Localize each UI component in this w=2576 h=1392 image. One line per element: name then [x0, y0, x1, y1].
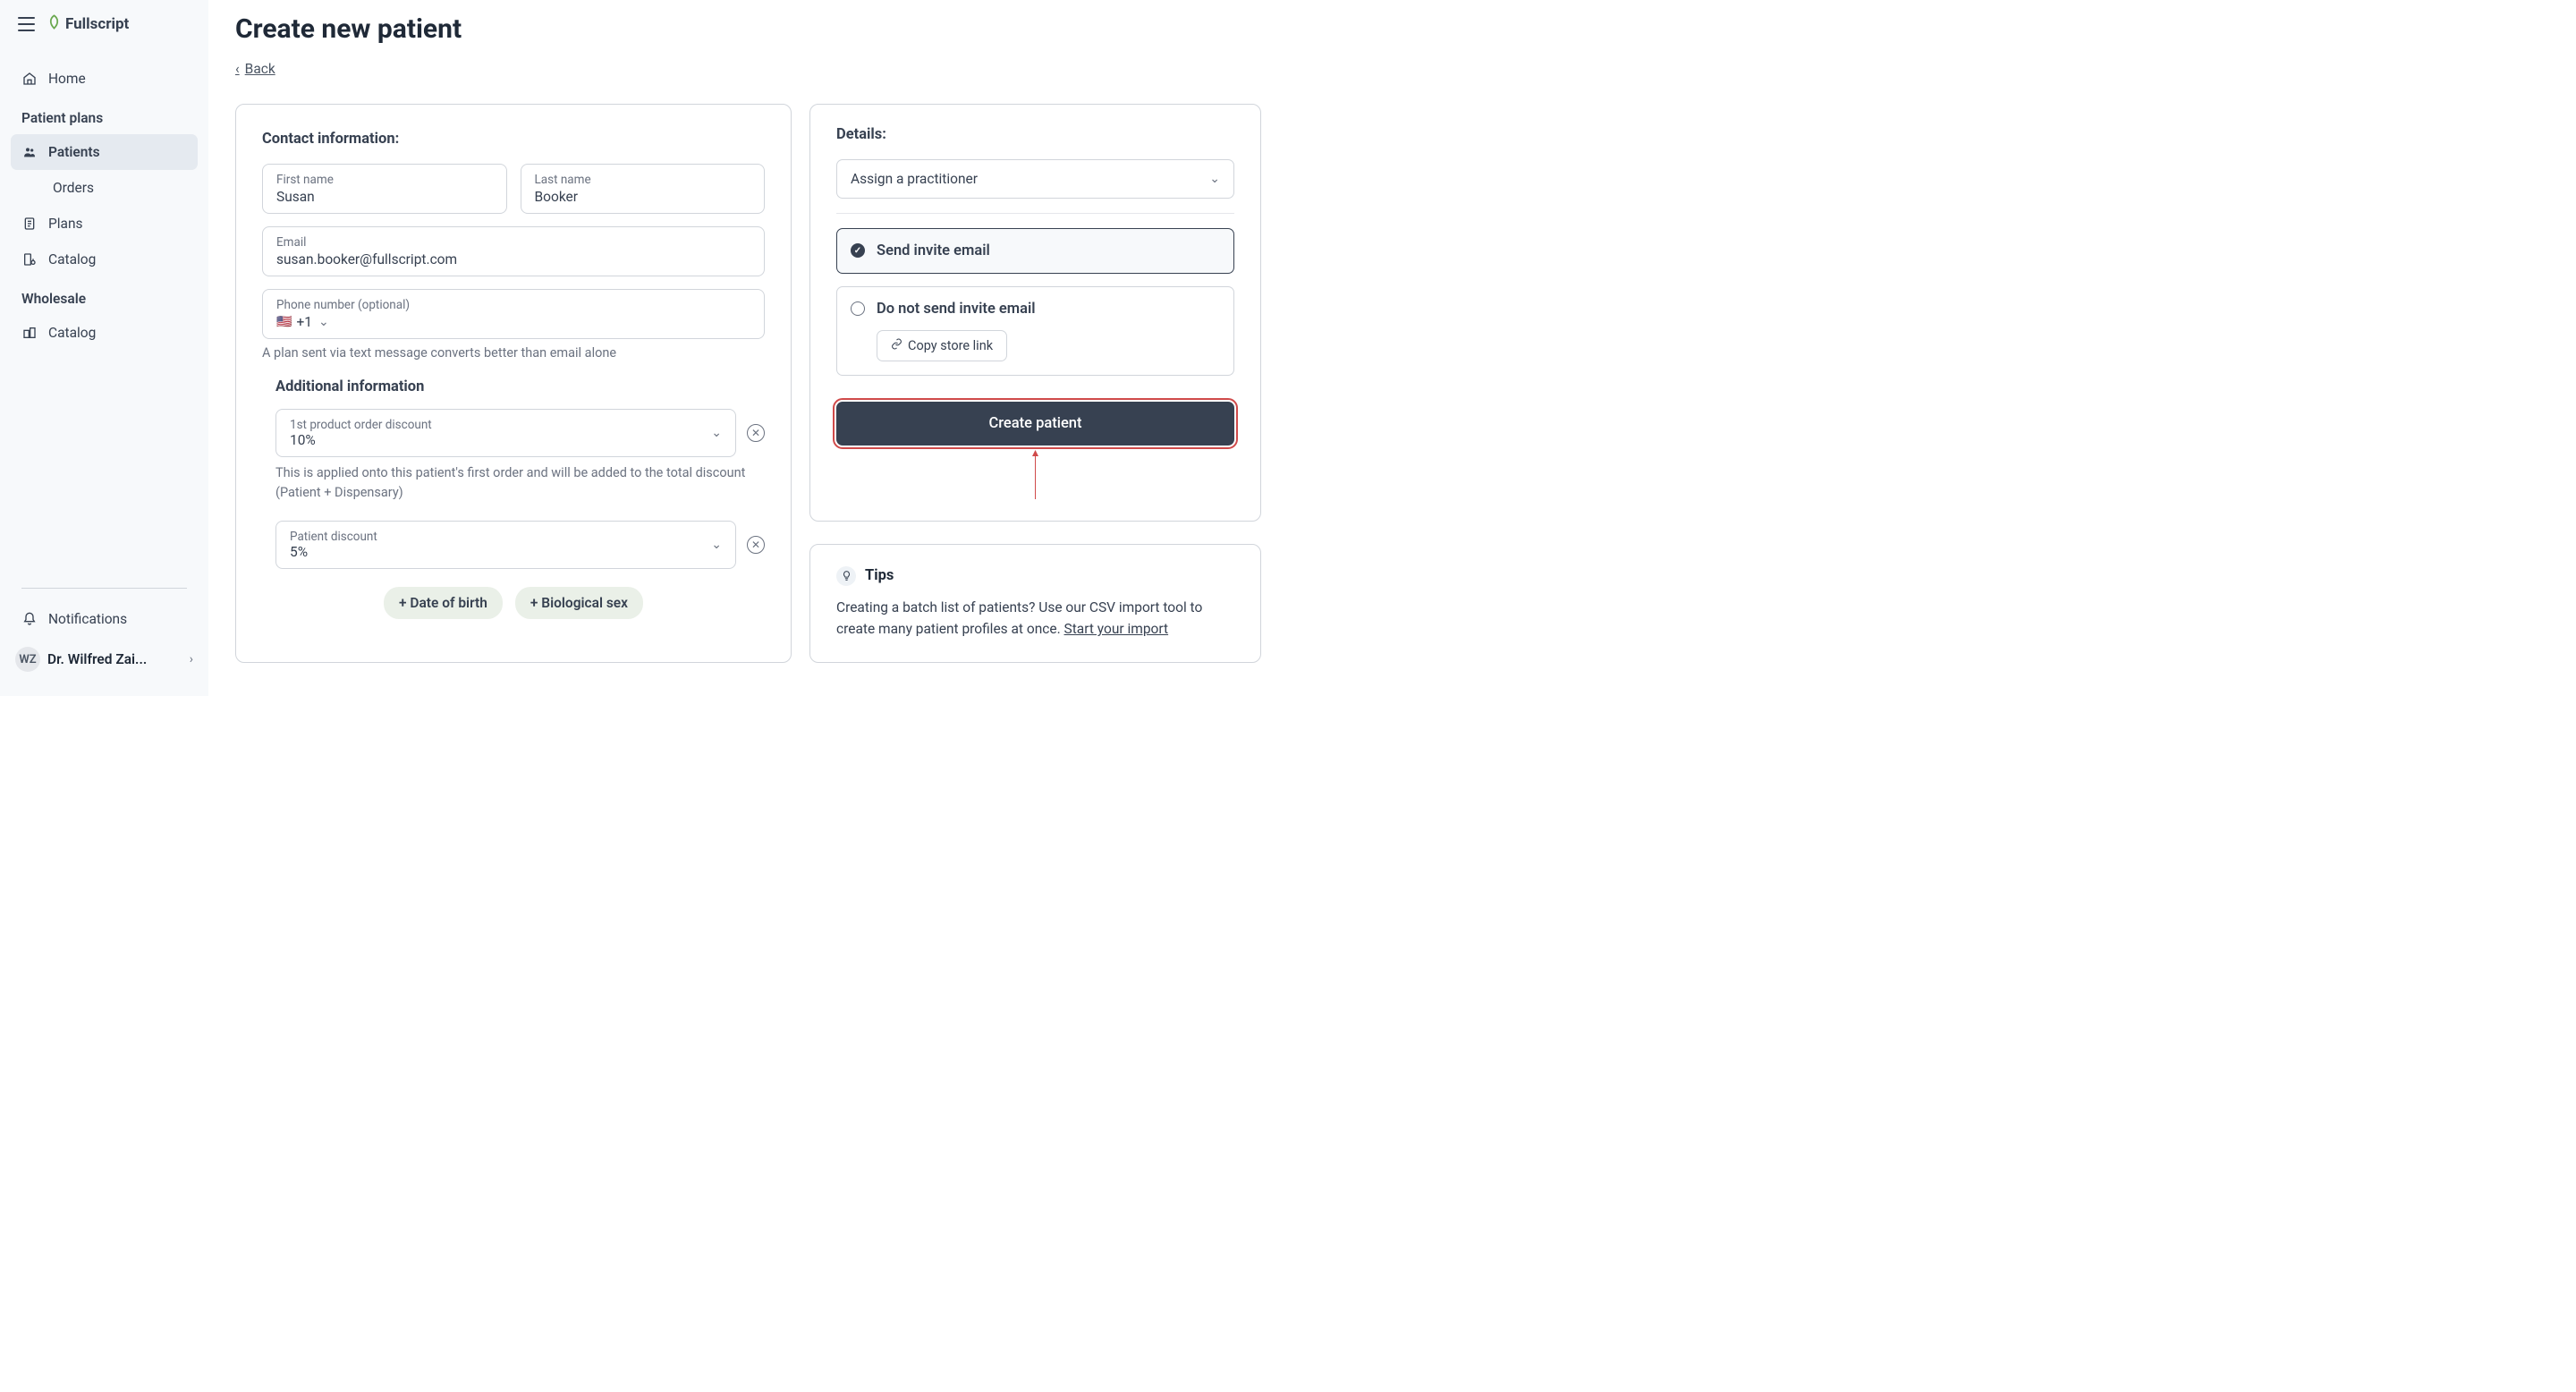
- nav-patients-label: Patients: [48, 144, 100, 160]
- radio-unchecked-icon: [851, 301, 865, 316]
- details-label: Details:: [836, 126, 1234, 143]
- patient-discount-label: Patient discount: [290, 530, 711, 544]
- chevron-down-icon: ⌄: [711, 426, 722, 440]
- first-name-field[interactable]: First name: [262, 164, 507, 214]
- nav-orders[interactable]: Orders: [11, 170, 198, 206]
- last-name-label: Last name: [535, 173, 751, 187]
- assign-practitioner-label: Assign a practitioner: [851, 171, 978, 187]
- sidebar: Fullscript Home Patient plans Patients O…: [0, 0, 208, 696]
- divider: [836, 213, 1234, 214]
- assign-practitioner-select[interactable]: Assign a practitioner ⌄: [836, 159, 1234, 199]
- phone-helper-text: A plan sent via text message converts be…: [262, 345, 765, 361]
- sidebar-divider: [21, 588, 187, 589]
- user-menu[interactable]: WZ Dr. Wilfred Zai... ›: [11, 637, 198, 682]
- plans-icon: [21, 216, 38, 232]
- tips-card: Tips Creating a batch list of patients? …: [809, 544, 1261, 664]
- start-import-link[interactable]: Start your import: [1064, 621, 1169, 637]
- arrow-annotation: [836, 450, 1234, 499]
- add-dob-button[interactable]: + Date of birth: [384, 587, 503, 619]
- main-content: Create new patient ‹ Back Contact inform…: [208, 0, 1288, 696]
- nav-catalog-label: Catalog: [48, 251, 96, 267]
- chevron-down-icon[interactable]: ⌄: [318, 315, 329, 329]
- tips-text: Creating a batch list of patients? Use o…: [836, 597, 1234, 641]
- email-field[interactable]: Email: [262, 226, 765, 276]
- tips-title: Tips: [865, 567, 894, 584]
- add-biological-sex-button[interactable]: + Biological sex: [515, 587, 643, 619]
- chevron-down-icon: ⌄: [1209, 172, 1220, 186]
- nav-section-wholesale: Wholesale: [11, 277, 198, 315]
- last-name-field[interactable]: Last name: [521, 164, 766, 214]
- back-link[interactable]: ‹ Back: [235, 61, 275, 77]
- chevron-left-icon: ‹: [235, 61, 240, 77]
- phone-code: +1: [296, 314, 312, 330]
- lightbulb-icon: [836, 566, 856, 586]
- copy-store-link-button[interactable]: Copy store link: [877, 330, 1007, 361]
- do-not-send-invite-option[interactable]: Do not send invite email Copy store link: [836, 286, 1234, 376]
- contact-info-label: Contact information:: [262, 131, 765, 148]
- send-invite-label: Send invite email: [877, 242, 990, 259]
- nav-patients[interactable]: Patients: [11, 134, 198, 170]
- patients-icon: [21, 144, 38, 160]
- user-name: Dr. Wilfred Zai...: [47, 651, 182, 667]
- link-icon: [891, 338, 902, 353]
- brand-leaf-icon: [47, 14, 62, 34]
- phone-label: Phone number (optional): [276, 298, 750, 312]
- chevron-right-icon: ›: [190, 652, 193, 666]
- nav-plans[interactable]: Plans: [11, 206, 198, 242]
- nav-home[interactable]: Home: [11, 61, 198, 97]
- hamburger-menu-button[interactable]: [18, 17, 35, 31]
- us-flag-icon: 🇺🇸: [276, 315, 292, 329]
- copy-store-link-label: Copy store link: [908, 338, 993, 353]
- nav-notifications-label: Notifications: [48, 611, 127, 627]
- home-icon: [21, 71, 38, 87]
- first-name-input[interactable]: [276, 189, 493, 205]
- first-order-discount-select[interactable]: 1st product order discount 10% ⌄: [275, 409, 736, 457]
- discount-helper-text: This is applied onto this patient's firs…: [262, 463, 765, 503]
- nav-home-label: Home: [48, 71, 86, 87]
- page-title: Create new patient: [235, 13, 1261, 45]
- phone-field[interactable]: Phone number (optional) 🇺🇸 +1 ⌄: [262, 289, 765, 339]
- close-icon: ✕: [751, 427, 760, 439]
- nav-wholesale-catalog-label: Catalog: [48, 325, 96, 341]
- avatar: WZ: [15, 647, 40, 672]
- close-icon: ✕: [751, 539, 760, 551]
- patient-discount-select[interactable]: Patient discount 5% ⌄: [275, 521, 736, 569]
- chevron-down-icon: ⌄: [711, 538, 722, 552]
- wholesale-catalog-icon: [21, 325, 38, 341]
- contact-card: Contact information: First name Last nam…: [235, 104, 792, 663]
- brand-logo: Fullscript: [47, 14, 129, 34]
- nav-catalog[interactable]: Catalog: [11, 242, 198, 277]
- first-order-discount-value: 10%: [290, 432, 711, 448]
- send-invite-option[interactable]: Send invite email: [836, 228, 1234, 274]
- first-name-label: First name: [276, 173, 493, 187]
- email-label: Email: [276, 235, 750, 250]
- nav-notifications[interactable]: Notifications: [11, 601, 198, 637]
- nav-wholesale-catalog[interactable]: Catalog: [11, 315, 198, 351]
- nav-orders-label: Orders: [53, 180, 94, 196]
- email-input[interactable]: [276, 251, 750, 267]
- radio-checked-icon: [851, 243, 865, 258]
- back-label: Back: [245, 61, 275, 77]
- remove-first-discount-button[interactable]: ✕: [747, 424, 765, 442]
- create-patient-button[interactable]: Create patient: [836, 402, 1234, 446]
- details-card: Details: Assign a practitioner ⌄ Send in…: [809, 104, 1261, 522]
- first-order-discount-label: 1st product order discount: [290, 418, 711, 432]
- nav-plans-label: Plans: [48, 216, 83, 232]
- additional-info-label: Additional information: [275, 378, 765, 395]
- brand-name: Fullscript: [65, 15, 129, 33]
- nav-section-patient-plans: Patient plans: [11, 97, 198, 134]
- patient-discount-value: 5%: [290, 544, 711, 560]
- last-name-input[interactable]: [535, 189, 751, 205]
- remove-patient-discount-button[interactable]: ✕: [747, 536, 765, 554]
- catalog-icon: [21, 251, 38, 267]
- do-not-send-label: Do not send invite email: [877, 301, 1036, 318]
- bell-icon: [21, 611, 38, 627]
